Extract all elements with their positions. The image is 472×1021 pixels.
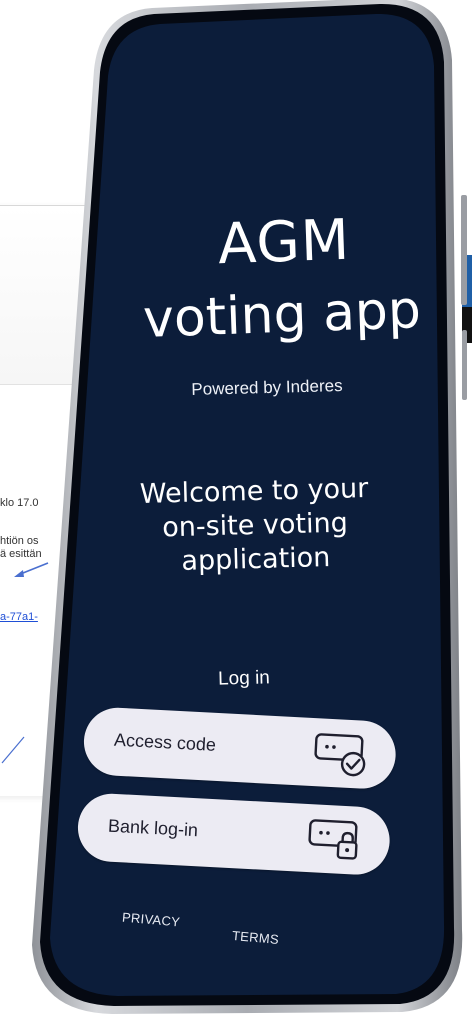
stage: klo 17.0 htiön os ä esittän a-77a1- AGM …: [0, 0, 472, 1021]
app-title-line-2: voting app: [142, 280, 422, 350]
phone: AGM voting app Powered by Inderes Welcom…: [22, 0, 472, 1021]
bank-login-label: Bank log-in: [107, 815, 199, 841]
login-heading: Log in: [217, 667, 271, 690]
code-check-icon: [314, 733, 366, 777]
app-title-line-1: AGM: [216, 207, 352, 278]
access-code-label: Access code: [113, 729, 217, 755]
code-lock-icon: [308, 819, 358, 860]
welcome-message: Welcome to your on-site voting applicati…: [139, 473, 369, 577]
